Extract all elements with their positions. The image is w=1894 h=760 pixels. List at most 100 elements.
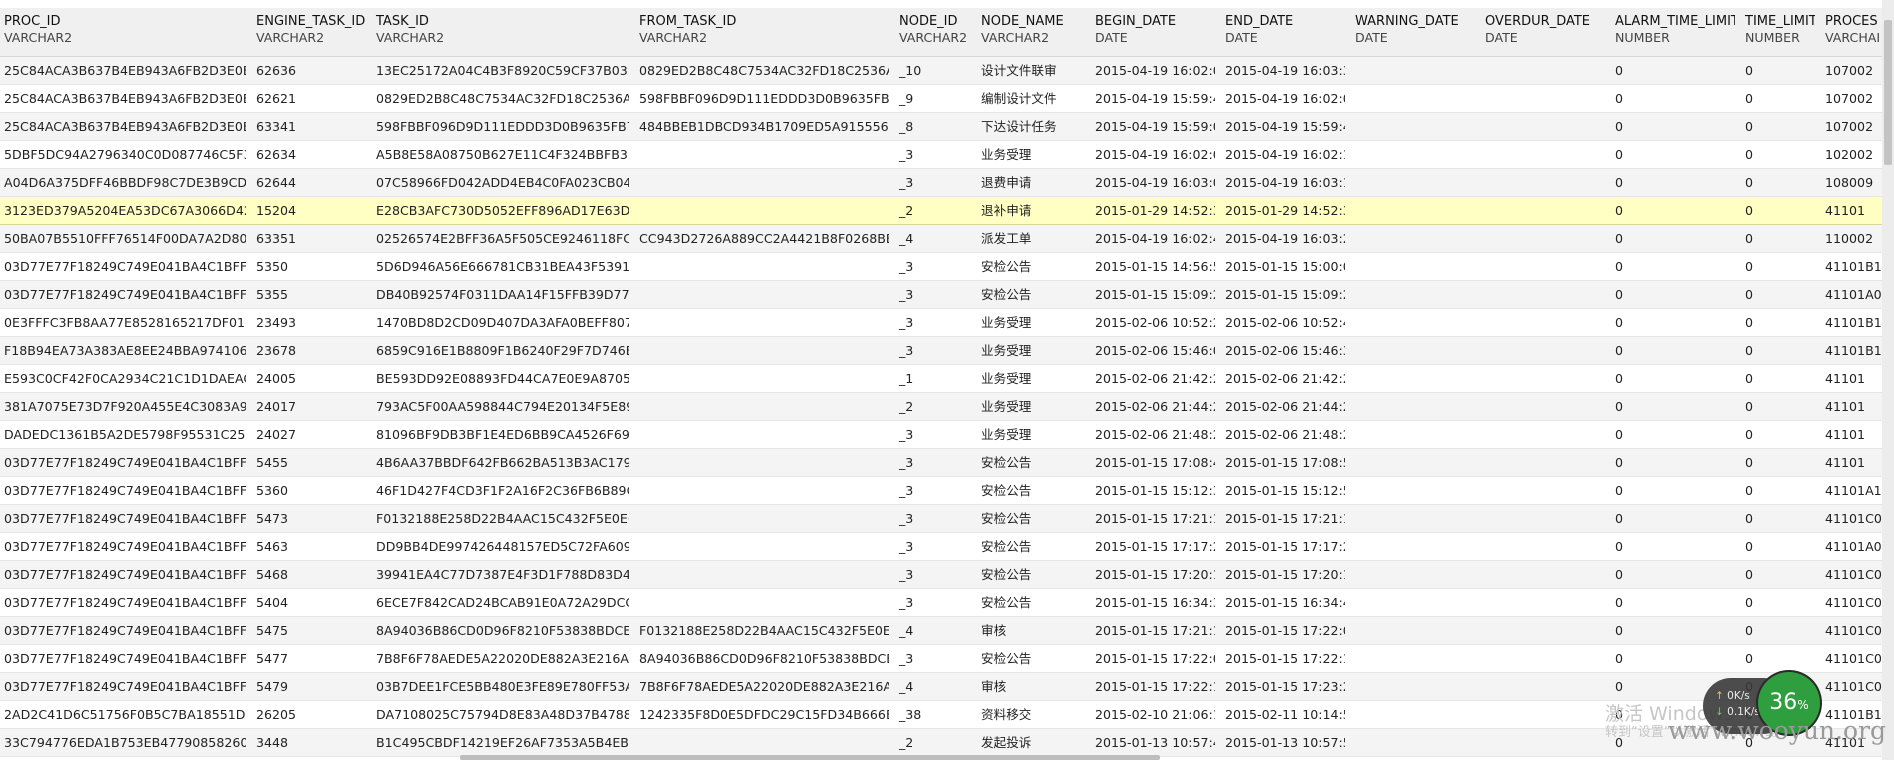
cell-node-name[interactable]: 安检公告 — [971, 476, 1085, 505]
cell-engine-task-id[interactable]: 5350 — [246, 252, 366, 281]
cell-proc-id[interactable]: 03D77E77F18249C749E041BA4C1BFF79 — [0, 504, 246, 533]
column-header-task-id[interactable]: TASK_ID VARCHAR2 — [366, 8, 629, 56]
cell-node-id[interactable]: _4 — [889, 672, 971, 701]
cell-engine-task-id[interactable]: 3448 — [246, 728, 366, 757]
cell-warning-date[interactable] — [1345, 504, 1475, 533]
cell-node-id[interactable]: _1 — [889, 364, 971, 393]
cell-warning-date[interactable] — [1345, 252, 1475, 281]
cell-warning-date[interactable] — [1345, 644, 1475, 673]
cell-task-id[interactable]: 6ECE7F842CAD24BCAB91E0A72A29DCCB — [366, 588, 629, 617]
cell-overdur-date[interactable] — [1475, 252, 1605, 281]
cell-from-task-id[interactable] — [629, 532, 889, 561]
cell-engine-task-id[interactable]: 62621 — [246, 84, 366, 113]
cell-time-limit[interactable]: 0 — [1735, 616, 1815, 645]
cell-end-date[interactable]: 2015-01-15 16:34:46 — [1215, 588, 1345, 617]
cell-end-date[interactable]: 2015-02-06 15:46:33 — [1215, 336, 1345, 365]
cell-proc-id[interactable]: 03D77E77F18249C749E041BA4C1BFF79 — [0, 252, 246, 281]
cell-from-task-id[interactable] — [629, 308, 889, 337]
cell-overdur-date[interactable] — [1475, 280, 1605, 309]
cell-node-id[interactable]: _4 — [889, 224, 971, 253]
cell-time-limit[interactable]: 0 — [1735, 308, 1815, 337]
cell-overdur-date[interactable] — [1475, 588, 1605, 617]
cell-time-limit[interactable]: 0 — [1735, 392, 1815, 421]
cell-node-id[interactable]: _3 — [889, 252, 971, 281]
cell-end-date[interactable]: 2015-02-06 21:48:29 — [1215, 420, 1345, 449]
cell-node-name[interactable]: 编制设计文件 — [971, 84, 1085, 113]
table-row[interactable]: 03D77E77F18249C749E041BA4C1BFF79 5473 F013… — [0, 504, 1894, 533]
cell-begin-date[interactable]: 2015-04-19 16:03:05 — [1085, 168, 1215, 197]
cell-task-id[interactable]: 13EC25172A04C4B3F8920C59CF37B03D — [366, 56, 629, 85]
cell-proc-id[interactable]: 381A7075E73D7F920A455E4C3083A91F — [0, 392, 246, 421]
cell-time-limit[interactable]: 0 — [1735, 84, 1815, 113]
vertical-scrollbar[interactable] — [1882, 0, 1894, 760]
cell-alarm-time-limit[interactable]: 0 — [1605, 56, 1735, 85]
cell-task-id[interactable]: 8A94036B86CD0D96F8210F53838BDCE — [366, 616, 629, 645]
cell-begin-date[interactable]: 2015-01-15 17:08:49 — [1085, 448, 1215, 477]
cell-proc-id[interactable]: 50BA07B5510FFF76514F00DA7A2D80AD — [0, 224, 246, 253]
cell-overdur-date[interactable] — [1475, 140, 1605, 169]
cell-alarm-time-limit[interactable]: 0 — [1605, 476, 1735, 505]
cell-task-id[interactable]: 46F1D427F4CD3F1F2A16F2C36FB6B89C — [366, 476, 629, 505]
cell-from-task-id[interactable] — [629, 392, 889, 421]
cell-engine-task-id[interactable]: 24017 — [246, 392, 366, 421]
cell-task-id[interactable]: 6859C916E1B8809F1B6240F29F7D746E — [366, 336, 629, 365]
cell-overdur-date[interactable] — [1475, 420, 1605, 449]
cell-node-name[interactable]: 下达设计任务 — [971, 112, 1085, 141]
table-row[interactable]: 25C84ACA3B637B4EB943A6FB2D3E0ED5 63341 598… — [0, 112, 1894, 141]
cell-task-id[interactable]: BE593DD92E08893FD44CA7E0E9A87053 — [366, 364, 629, 393]
cell-engine-task-id[interactable]: 23493 — [246, 308, 366, 337]
cell-alarm-time-limit[interactable]: 0 — [1605, 336, 1735, 365]
cell-task-id[interactable]: 07C58966FD042ADD4EB4C0FA023CB045 — [366, 168, 629, 197]
cell-task-id[interactable]: 598FBBF096D9D111EDDD3D0B9635FB76 — [366, 112, 629, 141]
cell-from-task-id[interactable] — [629, 560, 889, 589]
column-header-time-limit[interactable]: TIME_LIMIT NUMBER — [1735, 8, 1815, 56]
cell-warning-date[interactable] — [1345, 168, 1475, 197]
cell-alarm-time-limit[interactable]: 0 — [1605, 195, 1735, 225]
cell-node-id[interactable]: _3 — [889, 476, 971, 505]
cell-end-date[interactable]: 2015-04-19 16:03:28 — [1215, 224, 1345, 253]
cell-node-id[interactable]: _9 — [889, 84, 971, 113]
cell-warning-date[interactable] — [1345, 195, 1475, 225]
cell-warning-date[interactable] — [1345, 140, 1475, 169]
column-header-proc-id[interactable]: PROC_ID VARCHAR2 — [0, 8, 246, 56]
cell-alarm-time-limit[interactable]: 0 — [1605, 616, 1735, 645]
cell-overdur-date[interactable] — [1475, 560, 1605, 589]
cell-alarm-time-limit[interactable]: 0 — [1605, 252, 1735, 281]
cell-node-name[interactable]: 设计文件联审 — [971, 56, 1085, 85]
cell-begin-date[interactable]: 2015-04-19 16:02:01 — [1085, 140, 1215, 169]
cell-begin-date[interactable]: 2015-01-15 16:34:31 — [1085, 588, 1215, 617]
cell-warning-date[interactable] — [1345, 308, 1475, 337]
cell-overdur-date[interactable] — [1475, 700, 1605, 729]
cell-time-limit[interactable]: 0 — [1735, 504, 1815, 533]
cell-warning-date[interactable] — [1345, 84, 1475, 113]
cell-warning-date[interactable] — [1345, 700, 1475, 729]
cell-node-id[interactable]: _3 — [889, 560, 971, 589]
cell-alarm-time-limit[interactable]: 0 — [1605, 532, 1735, 561]
cell-from-task-id[interactable]: F0132188E258D22B4AAC15C432F5E0E6 — [629, 616, 889, 645]
cell-from-task-id[interactable] — [629, 476, 889, 505]
cell-engine-task-id[interactable]: 62644 — [246, 168, 366, 197]
cell-node-id[interactable]: _3 — [889, 140, 971, 169]
column-header-from-task-id[interactable]: FROM_TASK_ID VARCHAR2 — [629, 8, 889, 56]
cell-end-date[interactable]: 2015-01-15 17:23:22 — [1215, 672, 1345, 701]
cell-proc-id[interactable]: 03D77E77F18249C749E041BA4C1BFF79 — [0, 644, 246, 673]
cell-alarm-time-limit[interactable]: 0 — [1605, 588, 1735, 617]
cell-time-limit[interactable]: 0 — [1735, 140, 1815, 169]
table-row[interactable]: 5DBF5DC94A2796340C0D087746C5F360 62634 A5B… — [0, 140, 1894, 169]
cell-node-id[interactable]: _3 — [889, 280, 971, 309]
cell-proc-id[interactable]: 25C84ACA3B637B4EB943A6FB2D3E0ED5 — [0, 56, 246, 85]
cell-node-name[interactable]: 业务受理 — [971, 336, 1085, 365]
cell-node-id[interactable]: _3 — [889, 504, 971, 533]
cell-begin-date[interactable]: 2015-02-06 21:44:28 — [1085, 392, 1215, 421]
cell-end-date[interactable]: 2015-01-29 14:52:35 — [1215, 195, 1345, 225]
cell-from-task-id[interactable] — [629, 280, 889, 309]
cell-engine-task-id[interactable]: 5477 — [246, 644, 366, 673]
cell-overdur-date[interactable] — [1475, 644, 1605, 673]
cell-engine-task-id[interactable]: 5404 — [246, 588, 366, 617]
cell-alarm-time-limit[interactable]: 0 — [1605, 392, 1735, 421]
cell-begin-date[interactable]: 2015-01-15 17:22:17 — [1085, 672, 1215, 701]
cell-node-name[interactable]: 业务受理 — [971, 420, 1085, 449]
cell-overdur-date[interactable] — [1475, 448, 1605, 477]
cell-from-task-id[interactable] — [629, 336, 889, 365]
cell-engine-task-id[interactable]: 63351 — [246, 224, 366, 253]
